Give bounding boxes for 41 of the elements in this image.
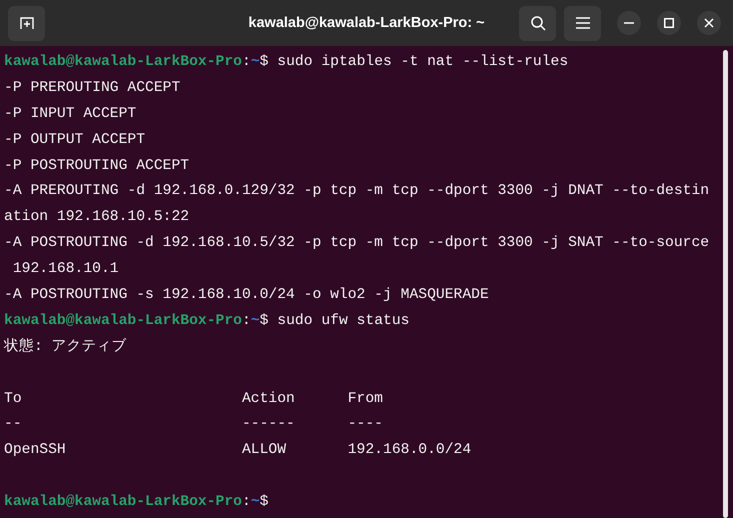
new-tab-button[interactable] [8,6,45,40]
output-line: -- ------ ---- [4,416,383,432]
window-title: kawalab@kawalab-LarkBox-Pro: ~ [248,14,485,33]
command-text: sudo ufw status [276,312,410,329]
output-line: -P OUTPUT ACCEPT [4,132,146,148]
prompt-user-host: kawalab@kawalab-LarkBox-Pro [4,312,242,329]
prompt-path: ~ [250,494,260,510]
prompt-symbol: $ [260,312,268,329]
output-line: ation 192.168.10.5:22 [4,209,190,226]
minimize-button[interactable] [617,11,641,35]
output-line: To Action From [4,390,383,407]
prompt-separator: : [242,312,251,329]
prompt-path: ~ [250,312,260,329]
prompt-user-host: kawalab@kawalab-LarkBox-Pro [4,54,242,70]
scrollbar-thumb[interactable] [723,50,728,518]
minimize-icon [624,22,634,24]
prompt-separator: : [242,494,251,510]
output-line: -A POSTROUTING -s 192.168.10.0/24 -o wlo2 -j MASQUERADE [4,287,489,304]
output-line: -P POSTROUTING ACCEPT [4,158,190,174]
prompt-symbol: $ [260,54,268,70]
output-line: -A POSTROUTING -d 192.168.10.5/32 -p tcp -m tcp --dport 3300 -j SNAT --to-source [4,235,710,252]
new-tab-icon [18,16,34,30]
prompt-separator: : [242,54,251,70]
menu-button[interactable] [564,6,601,40]
prompt-user-host: kawalab@kawalab-LarkBox-Pro [4,494,242,510]
command-text: sudo iptables -t nat --list-rules [276,54,568,70]
prompt-symbol: $ [260,494,268,510]
output-line: -P INPUT ACCEPT [4,106,136,122]
output-line: 状態: アクティブ [4,338,127,355]
search-icon [530,15,546,31]
output-line: -A PREROUTING -d 192.168.0.129/32 -p tcp -m tcp --dport 3300 -j DNAT --to-destin [4,183,710,200]
search-button[interactable] [519,6,556,40]
output-line: -P PREROUTING ACCEPT [4,80,180,96]
prompt-path: ~ [250,54,260,70]
menu-icon [576,17,590,29]
output-line: OpenSSH ALLOW 192.168.0.0/24 [4,442,472,458]
close-icon [704,18,714,28]
close-button[interactable] [697,11,721,35]
maximize-icon [664,18,674,28]
maximize-button[interactable] [657,11,681,35]
output-line: 192.168.10.1 [12,261,119,278]
